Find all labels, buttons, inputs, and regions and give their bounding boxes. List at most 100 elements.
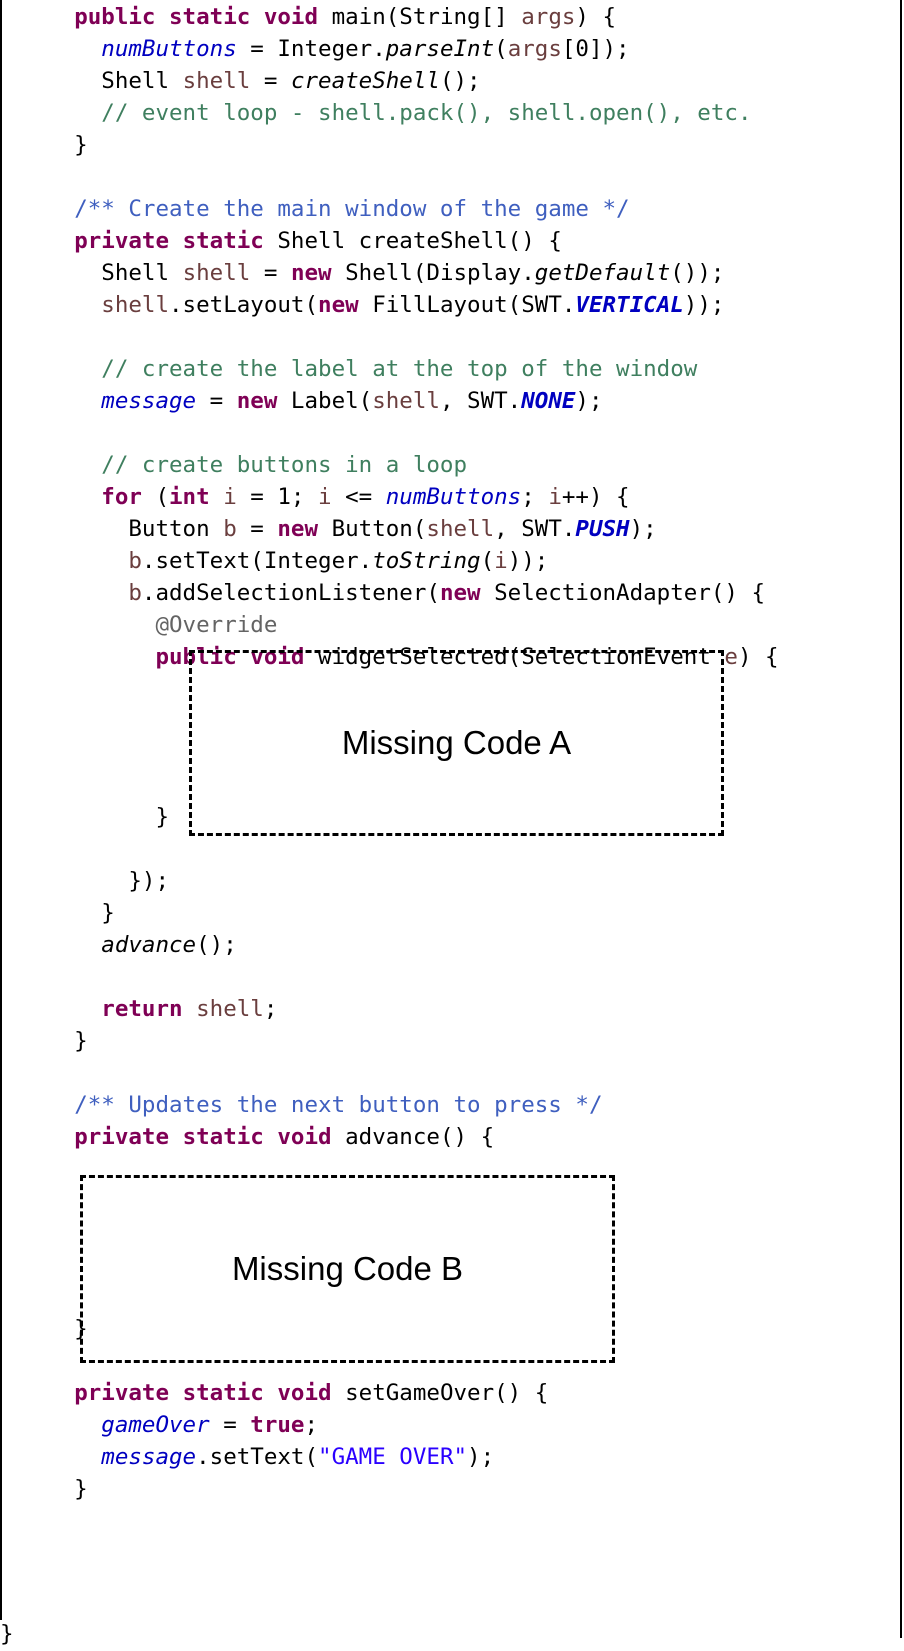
code-token: new bbox=[236, 388, 278, 414]
code-text: ; bbox=[521, 484, 549, 510]
code-line: } bbox=[20, 131, 88, 160]
code-token: int bbox=[169, 484, 210, 510]
code-token: "GAME OVER" bbox=[318, 1444, 468, 1470]
code-token: b bbox=[128, 580, 142, 606]
code-text: } bbox=[20, 132, 88, 158]
missing-code-a-box: Missing Code A bbox=[189, 650, 724, 836]
code-text: SelectionAdapter() { bbox=[480, 580, 766, 606]
code-text: ; bbox=[263, 996, 278, 1022]
code-text: ( bbox=[480, 548, 495, 574]
code-token: getDefault bbox=[534, 260, 671, 286]
code-token: i bbox=[318, 484, 332, 510]
code-token: numButtons bbox=[385, 484, 522, 510]
code-text: main(String[] bbox=[318, 4, 522, 30]
code-text: ) { bbox=[737, 644, 779, 670]
code-token: shell bbox=[426, 516, 495, 542]
code-text: ); bbox=[467, 1444, 495, 1470]
code-token: args bbox=[521, 4, 576, 30]
code-text: } bbox=[20, 1028, 88, 1054]
code-token: // create the label at the top of the wi… bbox=[101, 356, 698, 382]
code-token: /** Updates the next button to press */ bbox=[74, 1092, 603, 1118]
code-text: ( bbox=[141, 484, 170, 510]
code-text: (); bbox=[196, 932, 237, 958]
code-line: } bbox=[20, 803, 169, 832]
code-line: private static void advance() { bbox=[20, 1123, 494, 1152]
code-line: /** Create the main window of the game *… bbox=[20, 195, 630, 224]
code-text: Shell bbox=[20, 260, 183, 286]
code-line: b.addSelectionListener(new SelectionAdap… bbox=[20, 579, 765, 608]
code-line: message = new Label(shell, SWT.NONE); bbox=[20, 387, 602, 416]
code-text: } bbox=[20, 1316, 88, 1342]
code-line: } bbox=[20, 899, 115, 928]
code-text: , SWT. bbox=[494, 516, 576, 542]
code-token: b bbox=[223, 516, 237, 542]
code-text: )); bbox=[507, 548, 549, 574]
code-line: b.setText(Integer.toString(i)); bbox=[20, 547, 548, 576]
code-token: new bbox=[290, 260, 332, 286]
code-text: ) { bbox=[575, 4, 617, 30]
code-line: private static void setGameOver() { bbox=[20, 1379, 548, 1408]
code-line: /** Updates the next button to press */ bbox=[20, 1091, 603, 1120]
code-text: <= bbox=[331, 484, 386, 510]
missing-code-b-box: Missing Code B bbox=[80, 1175, 615, 1363]
code-token: static bbox=[169, 4, 251, 30]
code-token: @Override bbox=[155, 612, 278, 638]
code-token: shell bbox=[196, 996, 264, 1022]
code-text: Button( bbox=[318, 516, 427, 542]
code-line: private static Shell createShell() { bbox=[20, 227, 562, 256]
code-token: private bbox=[74, 1380, 170, 1406]
code-line: Shell shell = new Shell(Display.getDefau… bbox=[20, 259, 724, 288]
code-token: /** Create the main window of the game *… bbox=[74, 196, 630, 222]
code-token: VERTICAL bbox=[575, 292, 684, 318]
code-token: void bbox=[263, 4, 319, 30]
code-line: } bbox=[20, 1475, 88, 1504]
code-token: NONE bbox=[521, 388, 576, 414]
missing-code-a-label: Missing Code A bbox=[341, 724, 572, 761]
code-line: } bbox=[20, 1315, 88, 1344]
code-token: advance bbox=[101, 932, 197, 958]
code-text: Shell bbox=[20, 68, 183, 94]
code-text: )); bbox=[683, 292, 725, 318]
code-text: = Integer. bbox=[236, 36, 386, 62]
code-token: shell bbox=[182, 68, 251, 94]
code-text: ; bbox=[304, 1412, 319, 1438]
code-token: toString bbox=[372, 548, 481, 574]
code-text: Button bbox=[20, 516, 224, 542]
code-token: shell bbox=[101, 292, 170, 318]
code-text: }); bbox=[20, 868, 170, 894]
code-text: setGameOver() { bbox=[331, 1380, 549, 1406]
code-text: = bbox=[196, 388, 237, 414]
code-token: static bbox=[182, 228, 264, 254]
code-text: FillLayout(SWT. bbox=[358, 292, 576, 318]
code-text: } bbox=[20, 900, 115, 926]
code-text: } bbox=[20, 1476, 88, 1502]
code-text: ); bbox=[629, 516, 657, 542]
code-token: message bbox=[101, 388, 197, 414]
code-token: shell bbox=[182, 260, 251, 286]
code-token: gameOver bbox=[101, 1412, 210, 1438]
code-text: } bbox=[20, 804, 170, 830]
code-text: .setLayout( bbox=[169, 292, 319, 318]
code-text: , SWT. bbox=[439, 388, 522, 414]
code-token: shell bbox=[372, 388, 440, 414]
code-token: private bbox=[74, 228, 170, 254]
code-token: new bbox=[277, 516, 319, 542]
code-line: return shell; bbox=[20, 995, 277, 1024]
code-line: // create buttons in a loop bbox=[20, 451, 467, 480]
code-token: true bbox=[250, 1412, 305, 1438]
